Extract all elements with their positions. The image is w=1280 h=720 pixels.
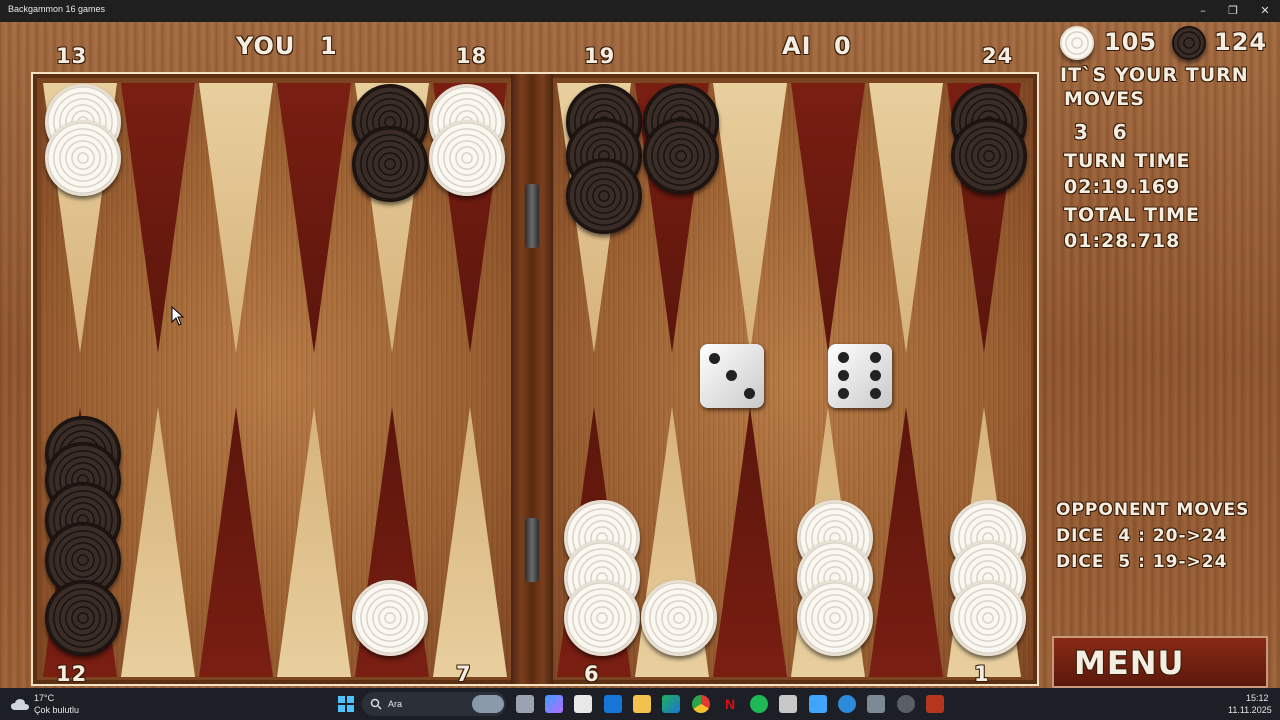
taskbar: 17°C Çok bulutlu Ara N 15:12 11.11.2025	[0, 688, 1280, 720]
windows-start-icon[interactable]	[338, 696, 354, 712]
white-checker[interactable]	[797, 580, 873, 656]
opponent-moves-label: OPPONENT MOVES	[1056, 500, 1250, 520]
point-9[interactable]	[277, 407, 351, 677]
weather-desc: Çok bulutlu	[34, 705, 80, 715]
you-score: 1	[320, 32, 338, 60]
menu-button[interactable]: MENU	[1052, 636, 1268, 688]
point-4[interactable]	[713, 407, 787, 677]
point-label-1: 1	[974, 662, 990, 686]
window-title: Backgammon 16 games	[8, 4, 106, 14]
point-11[interactable]	[121, 407, 195, 677]
menu-label: MENU	[1074, 644, 1185, 682]
black-checker[interactable]	[951, 118, 1027, 194]
search-icon	[370, 698, 382, 710]
spotify-icon[interactable]	[750, 695, 768, 713]
notepad-icon[interactable]	[809, 695, 827, 713]
task-view-icon[interactable]	[516, 695, 534, 713]
black-checker[interactable]	[643, 118, 719, 194]
clock-date: 11.11.2025	[1228, 705, 1272, 715]
point-15[interactable]	[199, 83, 273, 353]
die-1[interactable]	[700, 344, 764, 408]
copilot-icon[interactable]	[545, 695, 563, 713]
moves-values: 3 6	[1074, 120, 1128, 144]
opponent-move-2: DICE 5 : 19->24	[1056, 552, 1228, 572]
total-time-label: TOTAL TIME	[1064, 204, 1200, 226]
file-explorer-icon[interactable]	[633, 695, 651, 713]
point-label-13: 13	[56, 44, 88, 68]
netflix-icon[interactable]: N	[721, 695, 739, 713]
mouse-cursor-icon	[171, 306, 185, 326]
moves-label: MOVES	[1064, 88, 1145, 110]
black-checker[interactable]	[352, 126, 428, 202]
white-checker[interactable]	[641, 580, 717, 656]
window-titlebar: Backgammon 16 games – ❐ ✕	[0, 0, 1280, 22]
search-highlight-icon	[472, 695, 504, 713]
point-23[interactable]	[869, 83, 943, 353]
board-bar[interactable]	[511, 74, 553, 684]
turn-message: IT`S YOUR TURN	[1060, 64, 1249, 86]
opponent-move-1: DICE 4 : 20->24	[1056, 526, 1228, 546]
search-box[interactable]: Ara	[362, 692, 506, 716]
point-21[interactable]	[713, 83, 787, 353]
point-10[interactable]	[199, 407, 273, 677]
minimize-button[interactable]: –	[1188, 0, 1218, 22]
point-7[interactable]	[433, 407, 507, 677]
weather-temp: 17°C	[34, 693, 55, 703]
calculator-icon[interactable]	[867, 695, 885, 713]
app-icon[interactable]	[779, 695, 797, 713]
black-pip-icon	[1172, 26, 1206, 60]
black-checker[interactable]	[45, 580, 121, 656]
turn-time-label: TURN TIME	[1064, 150, 1191, 172]
point-2[interactable]	[869, 407, 943, 677]
white-checker[interactable]	[950, 580, 1026, 656]
settings-icon[interactable]	[897, 695, 915, 713]
total-time: 01:28.718	[1064, 230, 1181, 252]
point-label-18: 18	[456, 44, 488, 68]
clock-time: 15:12	[1246, 693, 1269, 703]
browser-icon[interactable]	[838, 695, 856, 713]
cloud-icon[interactable]	[10, 697, 30, 711]
hinge-bottom	[525, 518, 539, 582]
ai-label: AI	[782, 32, 812, 60]
point-16[interactable]	[277, 83, 351, 353]
maximize-button[interactable]: ❐	[1218, 0, 1248, 22]
black-pip-count: 124	[1214, 28, 1268, 56]
edge-icon[interactable]	[662, 695, 680, 713]
game-area: 13 YOU 1 18 19 AI 0 24 12 7 6 1 105 124 …	[0, 22, 1280, 688]
white-pip-count: 105	[1104, 28, 1158, 56]
ai-score: 0	[834, 32, 852, 60]
search-placeholder: Ara	[388, 699, 403, 709]
black-checker[interactable]	[566, 158, 642, 234]
white-checker[interactable]	[564, 580, 640, 656]
point-label-24: 24	[982, 44, 1014, 68]
hinge-top	[525, 184, 539, 248]
you-label: YOU	[236, 32, 296, 60]
close-button[interactable]: ✕	[1250, 0, 1280, 22]
turn-time: 02:19.169	[1064, 176, 1181, 198]
backgammon-app-icon[interactable]	[926, 695, 944, 713]
point-label-6: 6	[584, 662, 600, 686]
white-checker[interactable]	[45, 120, 121, 196]
white-checker[interactable]	[352, 580, 428, 656]
point-label-12: 12	[56, 662, 88, 686]
outlook-icon[interactable]	[604, 695, 622, 713]
point-label-19: 19	[584, 44, 616, 68]
point-label-7: 7	[456, 662, 472, 686]
white-pip-icon	[1060, 26, 1094, 60]
white-checker[interactable]	[429, 120, 505, 196]
point-22[interactable]	[791, 83, 865, 353]
chrome-icon[interactable]	[692, 695, 710, 713]
die-2[interactable]	[828, 344, 892, 408]
store-icon[interactable]	[574, 695, 592, 713]
